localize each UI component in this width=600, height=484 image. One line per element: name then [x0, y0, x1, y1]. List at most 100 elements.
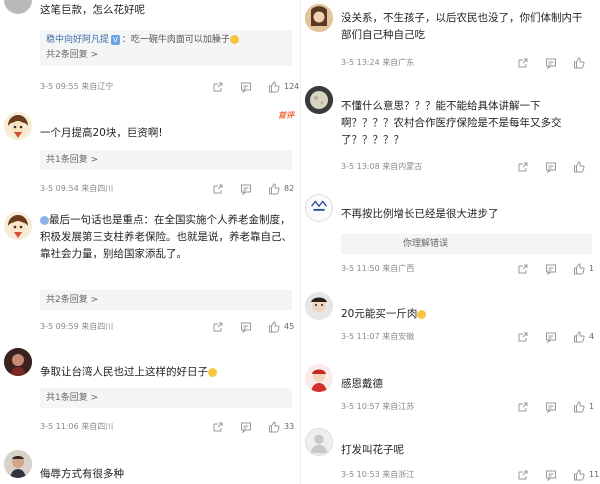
- comment-meta: 3-5 09:59 来自四川 45: [40, 320, 295, 334]
- comment-location: 来自辽宁: [81, 82, 114, 91]
- comment-date: 3-5 10:53: [341, 470, 380, 479]
- thumbs-up-icon[interactable]: [268, 321, 280, 333]
- reply-preview[interactable]: 共2条回复 >: [40, 290, 292, 310]
- comment-text: 感恩戴德: [341, 378, 383, 390]
- reply-text: ：吃一碗牛肉面可以加臊子: [121, 35, 230, 45]
- avatar[interactable]: [305, 4, 333, 32]
- view-replies-link[interactable]: 共1条回复 >: [46, 153, 286, 168]
- comment-date: 3-5 09:54: [40, 184, 79, 193]
- share-icon[interactable]: [212, 421, 224, 433]
- thumbs-up-icon[interactable]: [268, 81, 280, 93]
- avatar[interactable]: [4, 450, 32, 478]
- top-comment-badge: 首评: [278, 111, 294, 120]
- comment-location: 来自安徽: [382, 332, 415, 341]
- avatar[interactable]: [305, 428, 333, 456]
- like-count: 45: [284, 322, 295, 331]
- comment-icon[interactable]: [240, 183, 252, 195]
- comment-meta: 3-5 11:07 来自安徽 4: [341, 330, 594, 344]
- comment-location: 来自广东: [382, 58, 415, 67]
- comment-meta: 3-5 13:08 来自内蒙古: [341, 160, 592, 174]
- thumbs-up-icon[interactable]: [573, 161, 585, 173]
- thumbs-up-icon[interactable]: [573, 331, 585, 343]
- comment-meta: 3-5 11:06 来自四川 33: [40, 420, 295, 434]
- comment-text: 不懂什么意思？？？能不能给具体讲解一下啊？？？？农村合作医疗保险是不是每年又多交…: [341, 100, 562, 146]
- like-count: 124: [284, 82, 300, 91]
- comment-meta: 3-5 11:50 来自广西 1: [341, 262, 594, 276]
- view-replies-link[interactable]: 共2条回复 >: [46, 48, 286, 63]
- thumbs-up-icon[interactable]: [573, 401, 585, 413]
- comment-location: 来自四川: [81, 184, 114, 193]
- like-count: 33: [284, 422, 295, 431]
- comment-text: 没关系，不生孩子，以后农民也没了，你们体制内干部们自己种自己吃: [341, 12, 583, 41]
- comment-icon[interactable]: [240, 421, 252, 433]
- thumbs-up-icon[interactable]: [573, 469, 585, 481]
- thumbs-up-icon[interactable]: [573, 57, 585, 69]
- comment-location: 来自四川: [81, 322, 114, 331]
- comment-date: 3-5 11:50: [341, 264, 380, 273]
- avatar[interactable]: [4, 212, 32, 240]
- share-icon[interactable]: [517, 263, 529, 275]
- comment-item: 不再按比例增长已经是很大进步了 你理解错误 3-5 11:50 来自广西 1: [301, 190, 600, 278]
- thumbs-up-icon[interactable]: [573, 263, 585, 275]
- share-icon[interactable]: [517, 469, 529, 481]
- reply-preview[interactable]: 稳中向好阿凡提 V ：吃一碗牛肉面可以加臊子 共2条回复 >: [40, 30, 292, 66]
- share-icon[interactable]: [212, 81, 224, 93]
- comment-icon[interactable]: [545, 57, 557, 69]
- comment-item: 20元能买一斤肉 3-5 11:07 来自安徽 4: [301, 288, 600, 348]
- reply-username[interactable]: 稳中向好阿凡提: [46, 35, 109, 45]
- reply-preview[interactable]: 你理解错误: [341, 234, 592, 254]
- avatar[interactable]: [305, 364, 333, 392]
- avatar[interactable]: [4, 112, 32, 140]
- share-icon[interactable]: [517, 331, 529, 343]
- comment-text: 这笔巨款，怎么花好呢: [40, 4, 145, 16]
- comment-location: 来自四川: [81, 422, 114, 431]
- emoji-icon: [229, 35, 239, 44]
- comment-location: 来自内蒙古: [382, 162, 423, 171]
- avatar[interactable]: [4, 0, 32, 14]
- left-comment-column: 这笔巨款，怎么花好呢 稳中向好阿凡提 V ：吃一碗牛肉面可以加臊子 共2条回复 > …: [0, 0, 300, 484]
- comment-icon[interactable]: [545, 401, 557, 413]
- share-icon[interactable]: [212, 321, 224, 333]
- comment-date: 3-5 09:59: [40, 322, 79, 331]
- avatar[interactable]: [305, 194, 333, 222]
- right-comment-column: 没关系，不生孩子，以后农民也没了，你们体制内干部们自己种自己吃 3-5 13:2…: [300, 0, 600, 484]
- avatar[interactable]: [305, 292, 333, 320]
- comment-location: 来自江苏: [382, 402, 415, 411]
- comment-meta: 3-5 13:24 来自广东: [341, 56, 592, 70]
- comment-icon[interactable]: [240, 81, 252, 93]
- comment-date: 3-5 11:06: [40, 422, 79, 431]
- comment-item: 这笔巨款，怎么花好呢 稳中向好阿凡提 V ：吃一碗牛肉面可以加臊子 共2条回复 > …: [0, 0, 300, 98]
- thumbs-up-icon[interactable]: [268, 421, 280, 433]
- reply-preview[interactable]: 共1条回复 >: [40, 388, 292, 408]
- verified-badge: V: [111, 34, 120, 45]
- comment-item: 感恩戴德 3-5 10:57 来自江苏 1: [301, 360, 600, 420]
- reply-preview[interactable]: 共1条回复 >: [40, 150, 292, 170]
- comment-text: 争取让台湾人民也过上这样的好日子: [40, 366, 208, 378]
- comment-text: 侮辱方式有很多种: [40, 468, 124, 480]
- comment-icon[interactable]: [240, 321, 252, 333]
- share-icon[interactable]: [517, 57, 529, 69]
- comment-meta: 3-5 09:55 来自辽宁 124: [40, 80, 299, 94]
- share-icon[interactable]: [517, 161, 529, 173]
- avatar[interactable]: [305, 86, 333, 114]
- comment-item: 不懂什么意思？？？能不能给具体讲解一下啊？？？？农村合作医疗保险是不是每年又多交…: [301, 84, 600, 180]
- comment-text: 最后一句话也是重点：在全国实施个人养老金制度，积极发展第三支柱养老保险。也就是说…: [40, 214, 292, 260]
- comment-meta: 3-5 10:57 来自江苏 1: [341, 400, 594, 414]
- share-icon[interactable]: [212, 183, 224, 195]
- comment-date: 3-5 13:24: [341, 58, 380, 67]
- share-icon[interactable]: [517, 401, 529, 413]
- comment-item: 争取让台湾人民也过上这样的好日子 共1条回复 > 3-5 11:06 来自四川 …: [0, 344, 300, 436]
- comment-icon[interactable]: [545, 161, 557, 173]
- view-replies-link[interactable]: 共2条回复 >: [46, 293, 286, 308]
- comment-icon[interactable]: [545, 469, 557, 481]
- view-replies-link[interactable]: 共1条回复 >: [46, 391, 286, 406]
- comment-icon[interactable]: [545, 331, 557, 343]
- reply-text[interactable]: 你理解错误: [347, 237, 586, 252]
- comment-icon[interactable]: [545, 263, 557, 275]
- comment-date: 3-5 11:07: [341, 332, 380, 341]
- avatar[interactable]: [4, 348, 32, 376]
- comment-item: 首评 一个月提高20块，巨资啊! 共1条回复 > 3-5 09:54 来自四川 …: [0, 104, 300, 200]
- comment-meta: 3-5 10:53 来自浙江 11: [341, 468, 599, 482]
- comment-text: 不再按比例增长已经是很大进步了: [341, 208, 499, 220]
- thumbs-up-icon[interactable]: [268, 183, 280, 195]
